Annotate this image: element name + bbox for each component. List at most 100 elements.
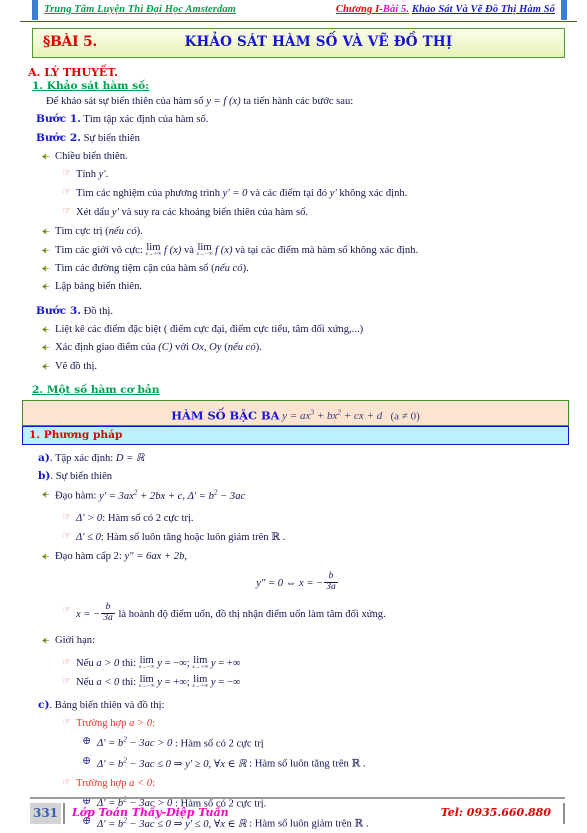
list-item: ⊕ Δ' = b2 − 3ac > 0 : Hàm số có 2 cực tr… <box>82 735 567 752</box>
footer-separator-right <box>562 803 565 824</box>
pointing-hand-icon: ☞ <box>62 675 71 687</box>
method-item-a: a). Tập xác định: D = ℝ <box>38 451 567 466</box>
method-item-c: c). Bảng biến thiên và đồ thị: <box>38 698 567 713</box>
list-item-and: và <box>181 244 197 256</box>
limit-var: y <box>157 676 162 688</box>
function-type-formula: y = ax3 + bx2 + cx + d (a ≠ 0) <box>282 407 420 423</box>
page-footer: 331 Lớp Toán Thầy-Diệp Tuấn Tel: 0935.66… <box>0 797 587 827</box>
sub-case-formula: Δ' = b2 − 3ac > 0 <box>97 735 173 750</box>
list-item-label: Liệt kê các điểm đặc biệt ( điểm cực đại… <box>55 324 364 336</box>
list-item: ⊕ Δ' = b2 − 3ac ≤ 0 ⇒ y' ≥ 0, ∀x ∈ ℝ : H… <box>82 755 567 772</box>
list-item-emphasis: nếu có <box>108 226 137 238</box>
limit-pos-then: thì: <box>119 657 139 669</box>
step-2-text: Sự biến thiên <box>80 132 140 144</box>
list-item-label: Chiều biến thiên. <box>55 150 128 162</box>
list-item-pre: Tính <box>76 169 99 181</box>
page-number: 331 <box>30 803 61 824</box>
list-item: Liệt kê các điểm đặc biệt ( điểm cực đại… <box>42 322 567 338</box>
method-section-label: 1. Phương pháp <box>29 428 123 441</box>
footer-rule <box>30 797 565 800</box>
header-left-bar-icon <box>32 0 38 20</box>
pointing-hand-icon: ☞ <box>62 656 71 668</box>
leaf-arrow-icon <box>42 553 51 560</box>
deriv2-post: , <box>184 551 188 563</box>
method-body: a). Tập xác định: D = ℝ b). Sự biến thiê… <box>0 445 587 833</box>
step-1: Bước 1. Tìm tập xác định của hàm số. <box>36 112 567 127</box>
method-a-formula: D = ℝ <box>115 452 145 464</box>
header-center-name: Trung Tâm Luyện Thi Đại Học Amsterdam <box>44 4 236 15</box>
list-item-pre: Tìm các giới vô cực: <box>55 244 146 256</box>
limit-body-2: f (x) <box>212 244 233 256</box>
step-3: Bước 3. Đồ thị. <box>36 304 567 319</box>
header-lesson-title: Khảo Sát Và Vẽ Đồ Thị Hàm Số <box>411 4 555 15</box>
header-right-bar-icon <box>561 0 567 20</box>
sub-case-formula: Δ' = b2 − 3ac ≤ 0 ⇒ y' ≥ 0, ∀x ∈ ℝ <box>97 756 247 770</box>
list-item-post: ). <box>136 226 143 238</box>
leaf-arrow-icon <box>42 228 51 235</box>
page-header: Trung Tâm Luyện Thi Đại Học Amsterdam Ch… <box>20 0 577 24</box>
inflection-text: là hoành độ điểm uốn, đồ thị nhận điểm u… <box>115 608 386 620</box>
case-pos-colon: : <box>152 718 156 730</box>
method-a-text: . Tập xác định: <box>49 452 116 464</box>
limit-pos-pre: Nếu <box>76 657 97 669</box>
limit-value-1: = −∞; <box>164 657 190 669</box>
list-item-emphasis: nếu có <box>227 342 256 354</box>
circled-plus-icon: ⊕ <box>82 755 92 768</box>
leaf-arrow-icon <box>42 637 51 644</box>
limit-minus: lim x→−∞ <box>197 242 213 258</box>
document-page: Trung Tâm Luyện Thi Đại Học Amsterdam Ch… <box>0 0 587 833</box>
leaf-arrow-icon <box>42 326 51 333</box>
leaf-arrow-icon <box>42 283 51 290</box>
deriv2-pre: Đạo hàm cấp 2: <box>55 551 125 563</box>
formula-condition: (a ≠ 0) <box>390 410 420 423</box>
case-neg-condition: a < 0 <box>129 777 153 789</box>
case-formula: Δ' ≤ 0 <box>76 532 101 544</box>
limit-subscript: x→+∞ <box>192 664 209 671</box>
step-1-text: Tìm tập xác định của hàm số. <box>80 114 209 126</box>
header-rule <box>20 21 577 23</box>
list-item-formula: y' <box>111 207 119 219</box>
list-item: Lập bảng biến thiên. <box>42 279 567 295</box>
sub-case-text: : Hàm số có 2 cực trị <box>172 738 264 750</box>
list-item-formula-2: y' <box>329 188 337 200</box>
list-item-label: Lập bảng biến thiên. <box>55 281 143 293</box>
list-item: ☞ Trường hợp a > 0: <box>62 716 567 732</box>
case-text: : Hàm số có 2 cực trị. <box>102 513 194 525</box>
method-c-text: . Bảng biến thiên và đồ thị: <box>49 699 165 711</box>
step-3-text: Đồ thị. <box>80 306 113 318</box>
header-chapter: Chương I- <box>335 4 383 15</box>
case-formula: Δ' > 0 <box>76 513 103 525</box>
limit-neg-condition: a < 0 <box>96 676 120 688</box>
fraction-denominator: 3a <box>103 612 113 623</box>
case-text: : Hàm số luôn tăng hoặc luôn giảm trên ℝ… <box>100 532 286 544</box>
footer-class-name: Lớp Toán Thầy-Diệp Tuấn <box>72 806 229 819</box>
list-item: Tìm các giới vô cực: lim x→+∞ f (x) và li… <box>42 242 567 259</box>
deriv2-formula: y" = 6ax + 2b <box>124 551 185 563</box>
step-3-label: Bước 3. <box>36 305 81 318</box>
list-item: ☞ Tính y'. <box>62 167 567 183</box>
limit-minus: lim x→−∞ <box>138 674 155 690</box>
step-1-label: Bước 1. <box>36 113 81 126</box>
limit-minus: lim x→−∞ <box>139 655 155 671</box>
leaf-arrow-icon <box>42 491 51 498</box>
section-1-heading: 1. Khảo sát hàm số: <box>32 80 150 92</box>
limit-body-1: f (x) <box>161 244 182 256</box>
list-item: Vẽ đồ thị. <box>42 359 567 375</box>
formula-text: y = ax3 + bx2 + cx + d <box>282 407 383 423</box>
leaf-arrow-icon <box>42 344 51 352</box>
limit-value-2: = −∞ <box>218 676 241 688</box>
limit-subscript: x→+∞ <box>145 251 162 258</box>
list-item-mid: và các điểm tại đó <box>247 188 330 200</box>
list-item-formula-2: Ox, Oy <box>191 342 222 354</box>
deriv-formula-1: y' = 3ax2 + 2bx + c <box>99 487 183 502</box>
limit-plus: lim x→+∞ <box>145 242 162 258</box>
pointing-hand-icon: ☞ <box>62 168 71 180</box>
limit-plus: lim x→+∞ <box>192 674 208 690</box>
list-item: Giới hạn: <box>42 633 567 649</box>
header-chapter-info: Chương I-Bài 5. Khảo Sát Và Vẽ Đồ Thị Hà… <box>336 4 555 15</box>
leaf-arrow-icon <box>42 246 51 254</box>
method-c-label: c) <box>38 698 50 711</box>
leaf-arrow-icon <box>42 152 51 160</box>
list-item: Tìm cực trị (nếu có). <box>42 224 567 240</box>
limit-subscript: x→−∞ <box>138 683 155 690</box>
